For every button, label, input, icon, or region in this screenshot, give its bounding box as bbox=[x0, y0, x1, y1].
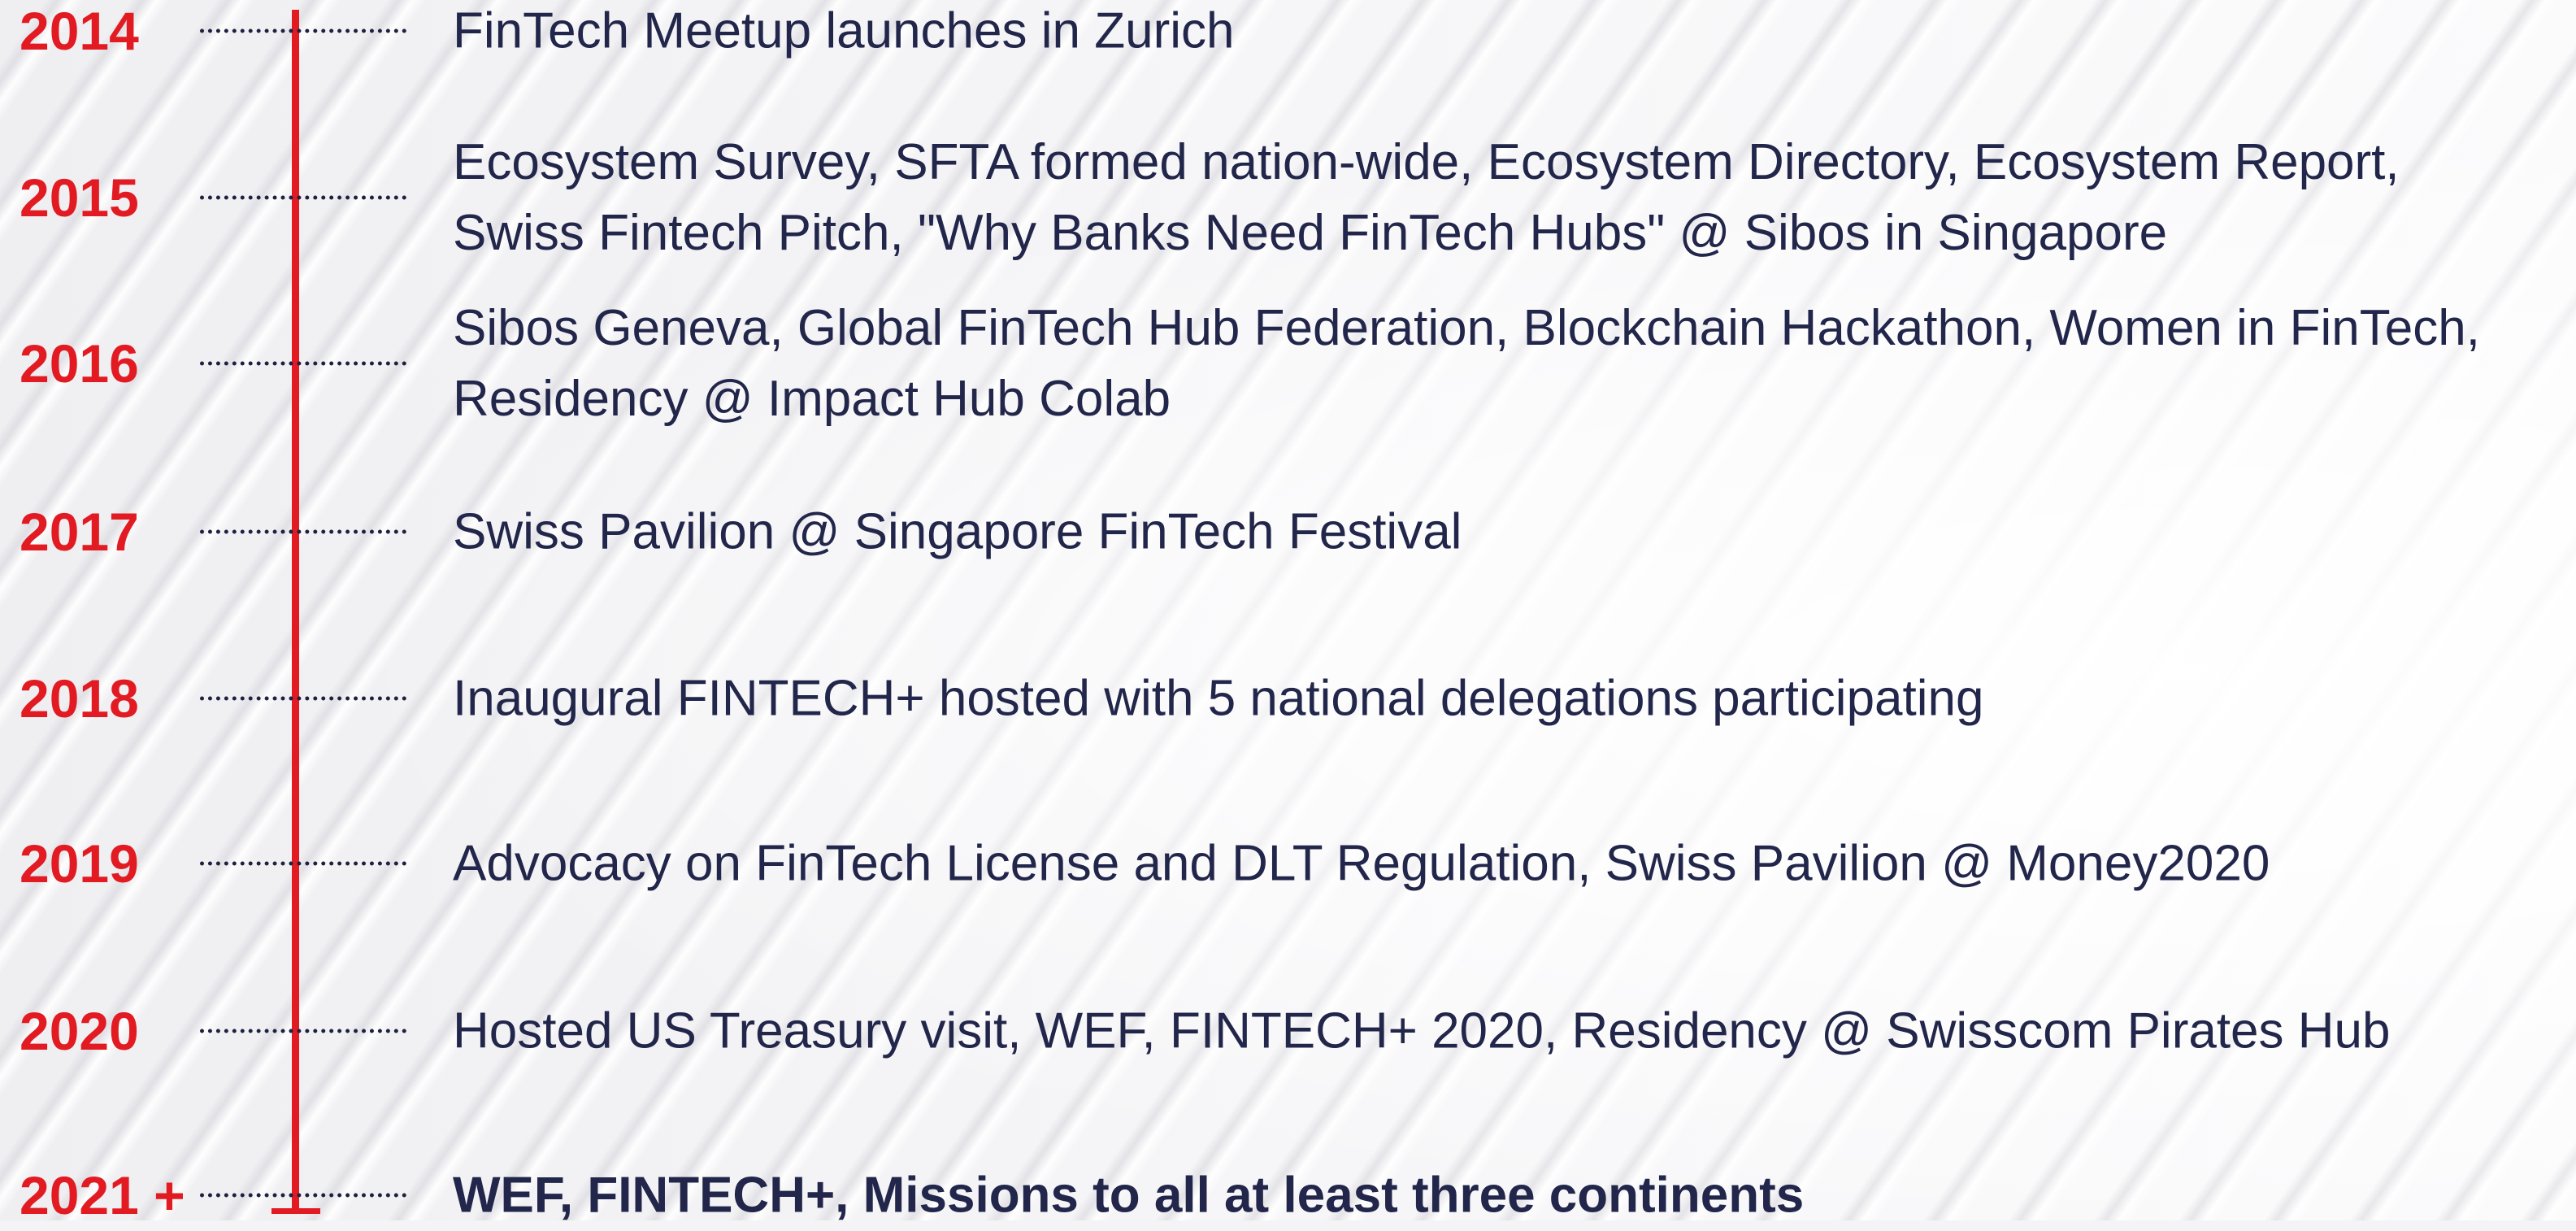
timeline-entry-2014: 2014 FinTech Meetup launches in Zurich bbox=[0, 0, 2576, 62]
description-line: Sibos Geneva, Global FinTech Hub Federat… bbox=[453, 300, 2480, 356]
description-line: FinTech Meetup launches in Zurich bbox=[453, 2, 1235, 59]
timeline-entry-2018: 2018 Inaugural FINTECH+ hosted with 5 na… bbox=[0, 663, 2576, 734]
year-label: 2019 bbox=[20, 833, 139, 894]
event-description: Advocacy on FinTech License and DLT Regu… bbox=[453, 829, 2270, 899]
timeline-entry-2017: 2017 Swiss Pavilion @ Singapore FinTech … bbox=[0, 496, 2576, 568]
description-line: Advocacy on FinTech License and DLT Regu… bbox=[453, 835, 2270, 892]
dotted-connector bbox=[200, 361, 406, 366]
event-description: FinTech Meetup launches in Zurich bbox=[453, 0, 1234, 67]
timeline-entry-2019: 2019 Advocacy on FinTech License and DLT… bbox=[0, 828, 2576, 899]
year-label: 2016 bbox=[20, 333, 139, 394]
event-description: Sibos Geneva, Global FinTech Hub Federat… bbox=[453, 293, 2480, 434]
dotted-connector bbox=[200, 861, 406, 866]
dotted-connector bbox=[200, 1029, 406, 1033]
year-label: 2018 bbox=[20, 668, 139, 729]
dotted-connector bbox=[200, 529, 406, 534]
description-line: Residency @ Impact Hub Colab bbox=[453, 371, 1171, 427]
year-label: 2020 bbox=[20, 1001, 139, 1061]
year-label: 2015 bbox=[20, 167, 139, 228]
description-line: Swiss Pavilion @ Singapore FinTech Festi… bbox=[453, 503, 1462, 560]
dotted-connector bbox=[200, 28, 406, 33]
event-description: Ecosystem Survey, SFTA formed nation-wid… bbox=[453, 127, 2400, 268]
description-line: WEF, FINTECH+, Missions to all at least … bbox=[453, 1167, 1805, 1224]
dotted-connector bbox=[200, 696, 406, 701]
description-line: Hosted US Treasury visit, WEF, FINTECH+ … bbox=[453, 1003, 2391, 1059]
year-label: 2014 bbox=[20, 1, 139, 61]
event-description: WEF, FINTECH+, Missions to all at least … bbox=[453, 1160, 1804, 1231]
dotted-connector bbox=[200, 195, 406, 200]
event-description: Swiss Pavilion @ Singapore FinTech Festi… bbox=[453, 497, 1462, 568]
timeline-entry-2016: 2016 Sibos Geneva, Global FinTech Hub Fe… bbox=[0, 293, 2576, 434]
timeline-entry-2015: 2015 Ecosystem Survey, SFTA formed natio… bbox=[0, 127, 2576, 268]
event-description: Inaugural FINTECH+ hosted with 5 nationa… bbox=[453, 663, 1984, 734]
description-line: Inaugural FINTECH+ hosted with 5 nationa… bbox=[453, 670, 1984, 727]
timeline-entry-2020: 2020 Hosted US Treasury visit, WEF, FINT… bbox=[0, 995, 2576, 1067]
year-label: 2021 + bbox=[20, 1165, 185, 1225]
year-label: 2017 bbox=[20, 502, 139, 562]
description-line: Ecosystem Survey, SFTA formed nation-wid… bbox=[453, 134, 2400, 190]
dotted-connector bbox=[200, 1193, 406, 1198]
event-description: Hosted US Treasury visit, WEF, FINTECH+ … bbox=[453, 996, 2391, 1067]
description-line: Swiss Fintech Pitch, "Why Banks Need Fin… bbox=[453, 205, 2168, 261]
